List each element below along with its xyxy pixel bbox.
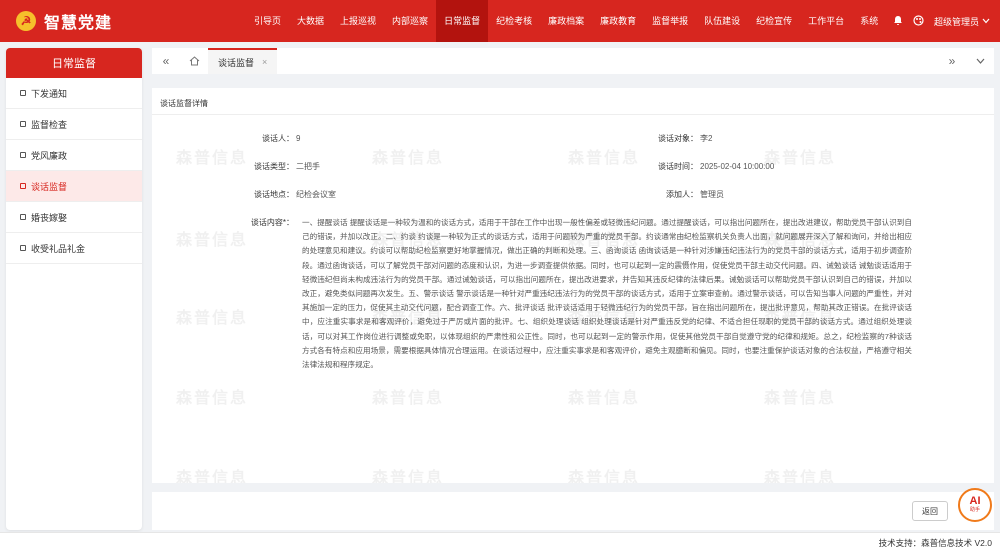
field-label: 添加人： [666, 190, 698, 199]
back-button[interactable]: 返回 [912, 501, 948, 521]
ai-assistant-button[interactable]: AI 助手 [958, 488, 992, 522]
header-tools: 超级管理员 [893, 0, 990, 42]
field-type: 谈话类型： 二把手 [248, 161, 320, 172]
field-time: 谈话时间： 2025-02-04 10:00:00 [642, 161, 774, 172]
divider [152, 114, 994, 115]
nav-item-system[interactable]: 系统 [852, 0, 886, 42]
watermark: 森普信息 [568, 150, 641, 167]
watermark: 森普信息 [764, 150, 837, 167]
field-value: 管理员 [700, 190, 724, 199]
user-name: 超级管理员 [933, 16, 979, 27]
watermark: 森普信息 [568, 390, 641, 407]
field-label: 谈话类型： [254, 162, 294, 171]
watermark: 森普信息 [176, 150, 249, 167]
sidebar-item-label: 收受礼品礼金 [31, 243, 86, 254]
home-icon[interactable] [180, 48, 208, 74]
sidebar-item-supervision-check[interactable]: 监督检查 [6, 109, 142, 140]
main-nav: 引导页 大数据 上报巡视 内部巡察 日常监督 纪检考核 廉政档案 廉政教育 监督… [246, 0, 886, 42]
nav-item-integrity-education[interactable]: 廉政教育 [592, 0, 644, 42]
field-place: 谈话地点： 纪检会议室 [248, 189, 336, 200]
scroll-right-icon[interactable]: » [938, 48, 966, 74]
nav-item-bigdata[interactable]: 大数据 [289, 0, 332, 42]
nav-item-discipline-publicity[interactable]: 纪检宣传 [748, 0, 800, 42]
tab-label: 谈话监督 [218, 57, 255, 68]
app-title: 智慧党建 [44, 15, 113, 32]
nav-item-report-inspection[interactable]: 上报巡视 [332, 0, 384, 42]
chevron-down-icon [982, 18, 990, 24]
sidebar: 日常监督 下发通知 监督检查 党风廉政 谈话监督 婚丧嫁娶 收受礼品礼金 [6, 48, 142, 530]
panel-title: 谈话监督详情 [160, 99, 208, 108]
bell-icon[interactable] [893, 15, 903, 28]
sidebar-item-notice[interactable]: 下发通知 [6, 78, 142, 109]
nav-item-discipline-assessment[interactable]: 纪检考核 [488, 0, 540, 42]
chevron-down-icon[interactable] [966, 48, 994, 74]
nav-item-supervision-report[interactable]: 监督举报 [644, 0, 696, 42]
sidebar-title: 日常监督 [6, 48, 142, 78]
field-label: 谈话人： [262, 134, 294, 143]
tab-bar-right: » [938, 48, 994, 74]
palette-icon[interactable] [913, 14, 924, 28]
field-value: 2025-02-04 10:00:00 [700, 162, 775, 171]
field-speaker: 谈话人： 9 [248, 133, 300, 144]
watermark: 森普信息 [764, 470, 837, 483]
footer: 技术支持：森普信息技术 V2.0 [0, 532, 1000, 552]
field-value: 纪检会议室 [296, 190, 336, 199]
watermark: 森普信息 [176, 232, 249, 249]
watermark: 森普信息 [176, 390, 249, 407]
sidebar-item-label: 下发通知 [31, 88, 68, 99]
watermark: 森普信息 [568, 470, 641, 483]
bullet-icon [20, 90, 26, 96]
field-value: 李2 [700, 134, 713, 143]
watermark: 森普信息 [372, 390, 445, 407]
watermark: 森普信息 [372, 150, 445, 167]
tab-talk-supervision[interactable]: 谈话监督 × [208, 48, 278, 74]
bullet-icon [20, 152, 26, 158]
field-label: 谈话对象： [658, 134, 698, 143]
sidebar-item-gifts[interactable]: 收受礼品礼金 [6, 233, 142, 264]
sidebar-item-weddings-funerals[interactable]: 婚丧嫁娶 [6, 202, 142, 233]
bullet-icon [20, 183, 26, 189]
ai-label: AI [969, 495, 981, 507]
watermark: 森普信息 [176, 470, 249, 483]
close-icon[interactable]: × [262, 57, 267, 67]
brand[interactable]: ☭ 智慧党建 [0, 9, 150, 33]
nav-item-internal-inspection[interactable]: 内部巡察 [384, 0, 436, 42]
field-label: 谈话时间： [658, 162, 698, 171]
field-target: 谈话对象： 李2 [642, 133, 712, 144]
bullet-icon [20, 245, 26, 251]
nav-item-work-platform[interactable]: 工作平台 [800, 0, 852, 42]
footer-text: 技术支持：森普信息技术 V2.0 [878, 538, 992, 548]
bullet-icon [20, 121, 26, 127]
ai-sublabel: 助手 [969, 507, 980, 513]
field-adder: 添加人： 管理员 [642, 189, 724, 200]
watermark: 森普信息 [176, 310, 249, 327]
watermark: 森普信息 [764, 390, 837, 407]
scroll-left-icon[interactable]: « [152, 48, 180, 74]
nav-item-guide[interactable]: 引导页 [246, 0, 289, 42]
tab-bar: « 谈话监督 × » [152, 48, 994, 74]
sidebar-item-talk-supervision[interactable]: 谈话监督 [6, 171, 142, 202]
sidebar-item-label: 党风廉政 [31, 150, 68, 161]
user-menu[interactable]: 超级管理员 [934, 15, 990, 28]
field-value: 9 [296, 134, 301, 143]
field-value: 二把手 [296, 162, 320, 171]
field-label: 谈话地点： [254, 190, 294, 199]
sidebar-item-label: 监督检查 [31, 119, 68, 130]
nav-item-daily-supervision[interactable]: 日常监督 [436, 0, 489, 42]
party-emblem-icon: ☭ [16, 11, 36, 31]
watermark: 森普信息 [372, 470, 445, 483]
action-bar: 返回 [152, 492, 994, 530]
content-text: 一、提醒谈话 提醒谈话是一种较为温和的谈话方式，适用于干部在工作中出现一般性偏差… [302, 218, 912, 370]
sidebar-item-label: 婚丧嫁娶 [31, 212, 68, 223]
nav-item-integrity-archive[interactable]: 廉政档案 [540, 0, 592, 42]
bullet-icon [20, 214, 26, 220]
sidebar-item-integrity[interactable]: 党风廉政 [6, 140, 142, 171]
detail-panel: 谈话监督详情 森普信息 森普信息 森普信息 森普信息 森普信息 森普信息 森普信… [152, 88, 994, 483]
sidebar-item-label: 谈话监督 [31, 181, 68, 192]
content-label: 谈话内容*： [250, 218, 294, 227]
top-header: ☭ 智慧党建 引导页 大数据 上报巡视 内部巡察 日常监督 纪检考核 廉政档案 … [0, 0, 1000, 42]
nav-item-team-building[interactable]: 队伍建设 [696, 0, 748, 42]
